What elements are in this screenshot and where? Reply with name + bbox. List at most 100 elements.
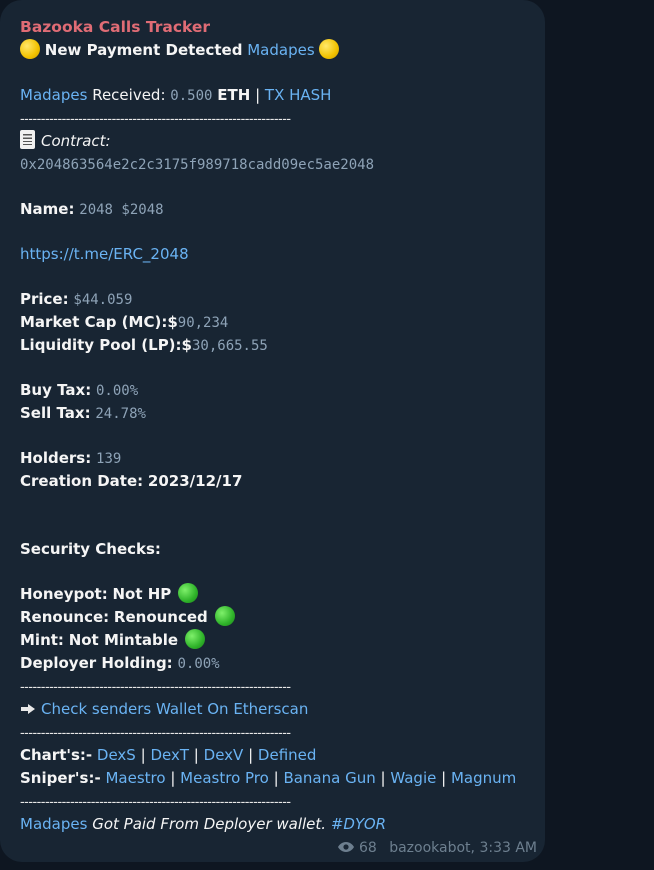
deployer-row: Deployer Holding: 0.00% — [20, 652, 545, 675]
footer-row: Madapes Got Paid From Deployer wallet. #… — [20, 813, 545, 836]
renounce-label: Renounce: — [20, 608, 110, 626]
received-amount: 0.500 — [170, 88, 213, 104]
snipers-row: Sniper's:- Maestro | Meastro Pro | Banan… — [20, 767, 545, 790]
creation-date-row: Creation Date: 2023/12/17 — [20, 470, 545, 493]
pipe-separator: | — [248, 746, 254, 764]
green-circle-icon — [178, 583, 199, 603]
header-madapes-link[interactable]: Madapes — [247, 41, 314, 59]
yellow-circle-icon — [319, 39, 340, 59]
price-label: Price: — [20, 290, 69, 308]
honeypot-label: Honeypot: — [20, 585, 108, 603]
pipe-separator: | — [380, 769, 386, 787]
green-circle-icon — [184, 629, 205, 649]
sell-tax-label: Sell Tax: — [20, 404, 91, 422]
arrow-icon — [21, 704, 35, 714]
renounce-value: Renounced — [113, 608, 208, 626]
tx-hash-link[interactable]: TX HASH — [265, 86, 332, 104]
etherscan-row: Check senders Wallet On Etherscan — [20, 698, 545, 721]
name-row: Name: 2048 $2048 — [20, 198, 545, 221]
telegram-link[interactable]: https://t.me/ERC_2048 — [20, 245, 189, 263]
holders-row: Holders: 139 — [20, 447, 545, 470]
buy-tax-label: Buy Tax: — [20, 381, 92, 399]
received-unit: ETH — [217, 86, 251, 104]
message-meta: 68 bazookabot, 3:33 AM — [337, 840, 537, 856]
market-cap-currency: $ — [167, 313, 178, 331]
charts-row: Chart's:- DexS | DexT | DexV | Defined — [20, 744, 545, 767]
author-time: bazookabot, 3:33 AM — [389, 840, 537, 856]
holders-label: Holders: — [20, 449, 92, 467]
divider: ----------------------------------------… — [20, 678, 291, 694]
mint-row: Mint: Not Mintable — [20, 629, 545, 652]
renounce-row: Renounce: Renounced — [20, 606, 545, 629]
liquidity-row: Liquidity Pool (LP):$30,665.55 — [20, 334, 545, 357]
deployer-value: 0.00% — [177, 656, 220, 672]
buy-tax-row: Buy Tax: 0.00% — [20, 379, 545, 402]
honeypot-value: Not HP — [112, 585, 172, 603]
sniper-link-wagie[interactable]: Wagie — [390, 769, 436, 787]
green-circle-icon — [214, 606, 235, 626]
header-text: New Payment Detected — [44, 41, 243, 59]
chart-link-dexv[interactable]: DexV — [204, 746, 244, 764]
dyor-hashtag[interactable]: #DYOR — [331, 815, 386, 833]
price-row: Price: $44.059 — [20, 288, 545, 311]
deployer-label: Deployer Holding: — [20, 654, 173, 672]
sniper-link-maestro[interactable]: Maestro — [105, 769, 165, 787]
eye-icon — [337, 842, 354, 852]
sender-row: Bazooka Calls Tracker — [20, 16, 545, 39]
charts-label: Chart's:- — [20, 746, 93, 764]
footer-madapes-link[interactable]: Madapes — [20, 815, 87, 833]
contract-address-row: 0x204863564e2c2c3175f989718cadd09ec5ae20… — [20, 153, 545, 176]
view-count: 68 — [358, 840, 377, 856]
pipe-separator: | — [140, 746, 146, 764]
pipe-separator: | — [193, 746, 199, 764]
chart-link-dext[interactable]: DexT — [150, 746, 189, 764]
received-madapes-link[interactable]: Madapes — [20, 86, 87, 104]
security-header: Security Checks: — [20, 540, 161, 558]
liquidity-label: Liquidity Pool (LP): — [20, 336, 182, 354]
market-cap-row: Market Cap (MC):$90,234 — [20, 311, 545, 334]
creation-date-label: Creation Date: — [20, 472, 144, 490]
sniper-link-meastro-pro[interactable]: Meastro Pro — [180, 769, 269, 787]
snipers-label: Sniper's:- — [20, 769, 101, 787]
message-bubble[interactable]: Bazooka Calls Tracker New Payment Detect… — [0, 0, 545, 862]
pipe-separator: | — [170, 769, 176, 787]
sell-tax-value: 24.78% — [95, 406, 146, 422]
sell-tax-row: Sell Tax: 24.78% — [20, 402, 545, 425]
pipe-separator: | — [441, 769, 447, 787]
sender-name[interactable]: Bazooka Calls Tracker — [20, 18, 210, 36]
yellow-circle-icon — [20, 39, 40, 59]
liquidity-currency: $ — [181, 336, 192, 354]
divider: ----------------------------------------… — [20, 724, 291, 740]
header-row: New Payment Detected Madapes — [20, 39, 545, 62]
contract-label-row: Contract: — [20, 130, 545, 153]
received-label: Received: — [92, 86, 166, 104]
footer-text: Got Paid From Deployer wallet. — [92, 815, 327, 833]
chart-link-dexs[interactable]: DexS — [97, 746, 136, 764]
sniper-link-banana-gun[interactable]: Banana Gun — [283, 769, 375, 787]
mint-value: Not Mintable — [68, 631, 179, 649]
etherscan-link[interactable]: Check senders Wallet On Etherscan — [41, 700, 308, 718]
divider: ----------------------------------------… — [20, 110, 291, 126]
contract-label: Contract: — [41, 132, 111, 150]
price-value: $44.059 — [73, 292, 133, 308]
name-label: Name: — [20, 200, 75, 218]
mint-label: Mint: — [20, 631, 64, 649]
honeypot-row: Honeypot: Not HP — [20, 583, 545, 606]
pipe-separator: | — [255, 86, 261, 104]
received-row: Madapes Received: 0.500 ETH | TX HASH — [20, 84, 545, 107]
creation-date-value: 2023/12/17 — [147, 472, 243, 490]
document-icon — [20, 130, 35, 149]
telegram-row: https://t.me/ERC_2048 — [20, 243, 545, 266]
buy-tax-value: 0.00% — [96, 383, 139, 399]
sniper-link-magnum[interactable]: Magnum — [451, 769, 516, 787]
contract-address[interactable]: 0x204863564e2c2c3175f989718cadd09ec5ae20… — [20, 157, 374, 173]
chart-link-defined[interactable]: Defined — [258, 746, 316, 764]
market-cap-label: Market Cap (MC): — [20, 313, 168, 331]
chat-side-area — [545, 0, 654, 870]
divider: ----------------------------------------… — [20, 793, 291, 809]
name-value: 2048 $2048 — [79, 202, 164, 218]
market-cap-value: 90,234 — [177, 315, 229, 331]
liquidity-value: 30,665.55 — [191, 338, 268, 354]
chat-background: Bazooka Calls Tracker New Payment Detect… — [0, 0, 654, 870]
pipe-separator: | — [273, 769, 279, 787]
